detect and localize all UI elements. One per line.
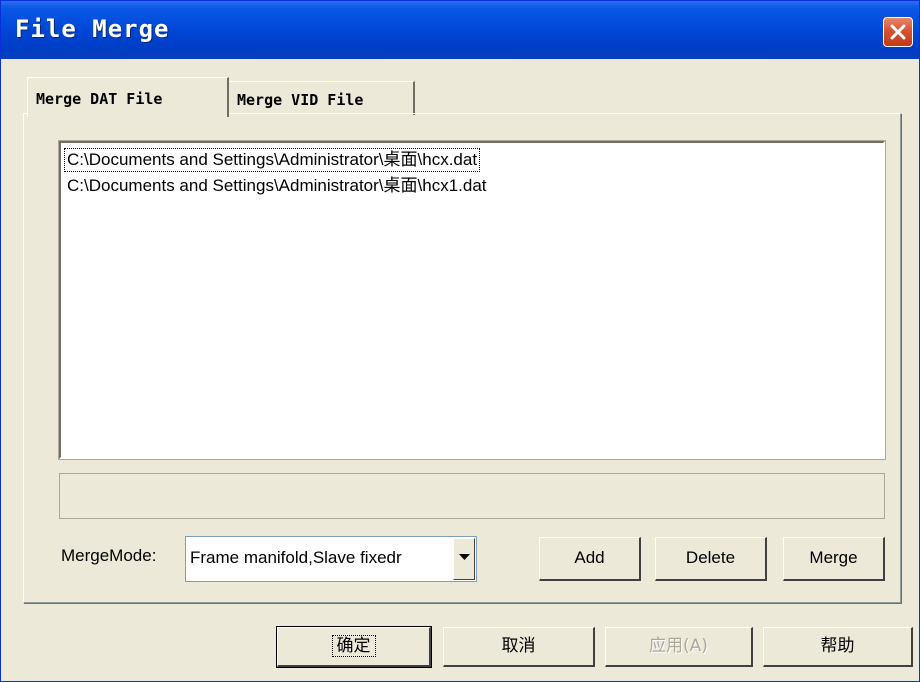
title-bar[interactable]: File Merge	[1, 1, 919, 59]
file-list[interactable]: C:\Documents and Settings\Administrator\…	[58, 140, 886, 460]
close-icon	[890, 24, 906, 40]
file-merge-dialog: File Merge Merge DAT File Merge VID File…	[0, 0, 920, 682]
help-button[interactable]: 帮助	[763, 627, 913, 667]
ok-button-label: 确定	[331, 635, 376, 657]
close-button[interactable]	[883, 17, 913, 47]
merge-mode-label: MergeMode:	[61, 546, 157, 565]
ok-button[interactable]: 确定	[276, 626, 432, 668]
tab-merge-dat-file[interactable]: Merge DAT File	[27, 77, 229, 117]
apply-button[interactable]: 应用(A)	[605, 627, 753, 667]
cancel-button[interactable]: 取消	[443, 627, 595, 667]
merge-progress-bar	[59, 473, 885, 519]
list-item[interactable]: C:\Documents and Settings\Administrator\…	[63, 148, 481, 172]
dropdown-button[interactable]	[453, 538, 475, 580]
chevron-down-icon	[459, 554, 470, 560]
add-button[interactable]: Add	[539, 537, 641, 581]
delete-button[interactable]: Delete	[655, 537, 767, 581]
list-item[interactable]: C:\Documents and Settings\Administrator\…	[65, 175, 489, 197]
merge-button[interactable]: Merge	[783, 537, 885, 581]
tab-merge-vid-file[interactable]: Merge VID File	[229, 81, 415, 115]
merge-mode-select[interactable]: Frame manifold,Slave fixedr	[185, 536, 477, 582]
merge-mode-value: Frame manifold,Slave fixedr	[190, 548, 402, 567]
window-title: File Merge	[15, 15, 170, 43]
